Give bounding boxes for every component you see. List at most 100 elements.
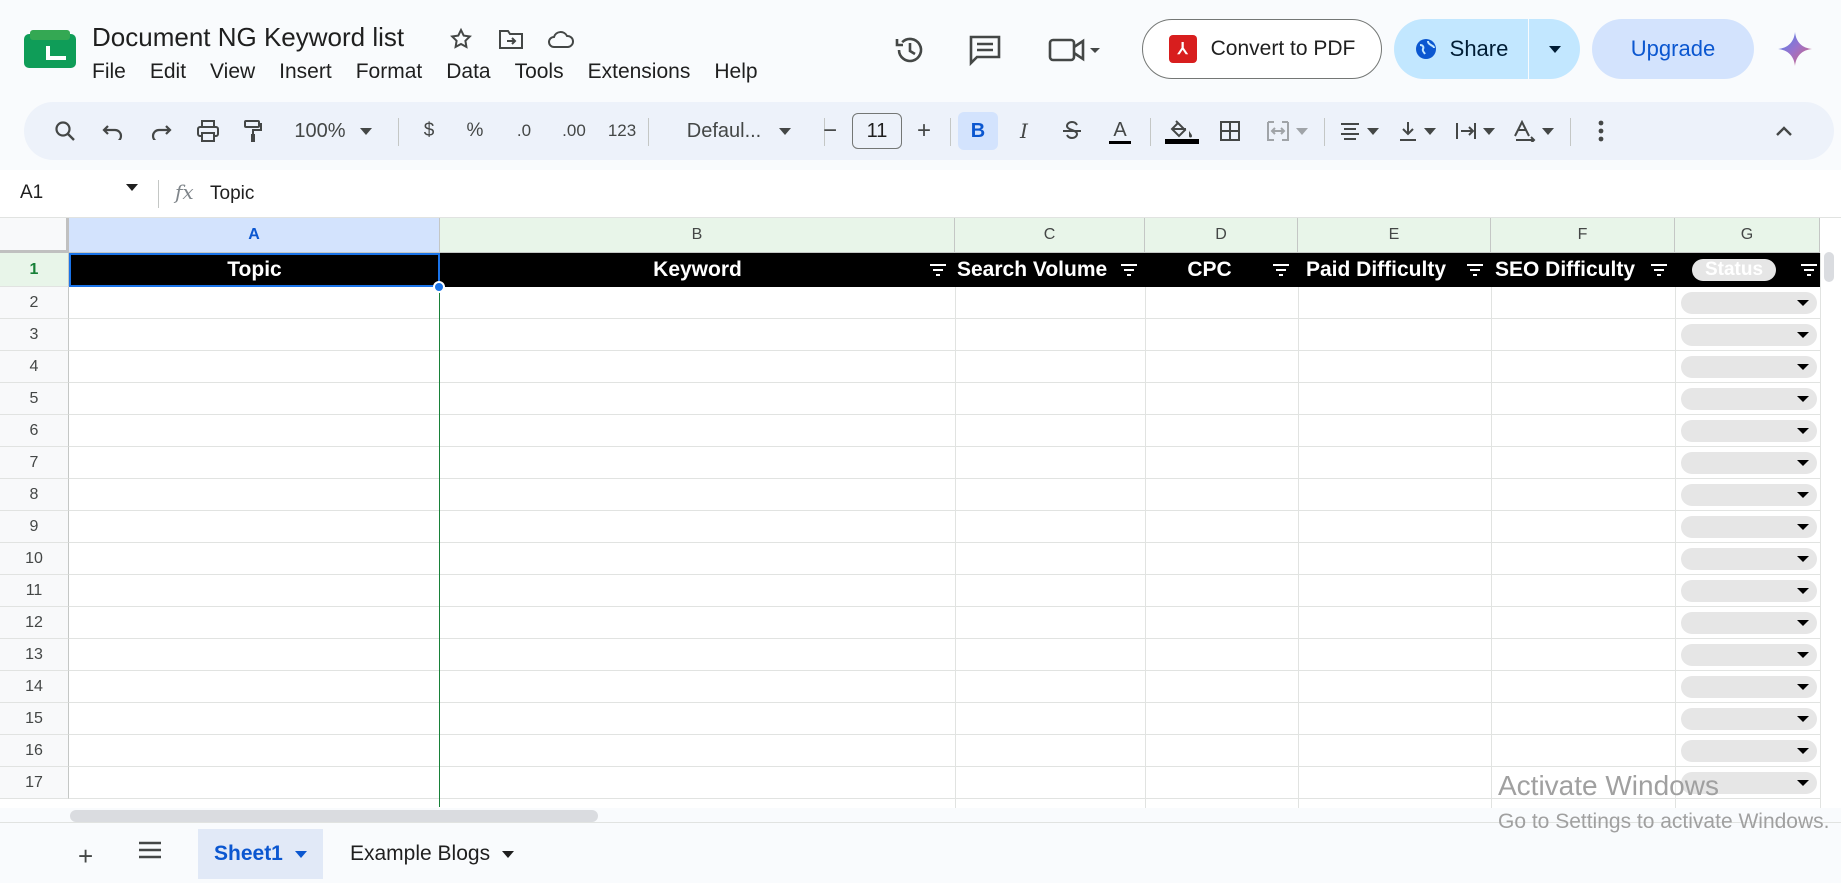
font-size-input[interactable]: 11: [852, 113, 902, 149]
redo-icon[interactable]: [146, 112, 176, 150]
fill-handle[interactable]: [433, 281, 445, 293]
increase-decimal-button[interactable]: .00: [554, 112, 594, 150]
name-box[interactable]: A1: [20, 182, 43, 204]
decrease-decimal-button[interactable]: .0: [506, 112, 542, 150]
spreadsheet-grid[interactable]: A B C D E F G 1 2 3 4 5 6 7 8 9 10 11 12…: [0, 218, 1841, 808]
vertical-align-icon[interactable]: [1392, 112, 1442, 150]
tab-example-blogs[interactable]: Example Blogs: [334, 829, 530, 879]
percent-format-button[interactable]: %: [460, 112, 490, 150]
menu-edit[interactable]: Edit: [139, 58, 197, 86]
row-header-4[interactable]: 4: [0, 351, 69, 383]
menu-file[interactable]: File: [81, 58, 137, 86]
table-row[interactable]: [69, 511, 1820, 543]
print-icon[interactable]: [192, 112, 224, 150]
horizontal-align-icon[interactable]: [1334, 112, 1384, 150]
menu-insert[interactable]: Insert: [268, 58, 343, 86]
version-history-icon[interactable]: [890, 30, 930, 70]
row-header-5[interactable]: 5: [0, 383, 69, 415]
row-header-16[interactable]: 16: [0, 735, 69, 767]
search-menus-icon[interactable]: [50, 112, 80, 150]
column-header-a[interactable]: A: [69, 218, 440, 253]
menu-format[interactable]: Format: [345, 58, 434, 86]
row-header-6[interactable]: 6: [0, 415, 69, 447]
star-icon[interactable]: [446, 24, 476, 54]
table-row[interactable]: [69, 287, 1820, 319]
column-header-d[interactable]: D: [1145, 218, 1298, 253]
table-row[interactable]: [69, 479, 1820, 511]
row-header-14[interactable]: 14: [0, 671, 69, 703]
status-dropdown-chip[interactable]: [1681, 676, 1817, 698]
column-header-b[interactable]: B: [440, 218, 955, 253]
status-dropdown-chip[interactable]: [1681, 644, 1817, 666]
table-row[interactable]: [69, 415, 1820, 447]
document-title[interactable]: Document NG Keyword list: [92, 22, 404, 53]
vertical-scrollbar[interactable]: [1824, 252, 1834, 282]
borders-icon[interactable]: [1212, 112, 1248, 150]
strikethrough-icon[interactable]: [1054, 112, 1090, 150]
tab-sheet1[interactable]: Sheet1: [198, 829, 323, 879]
horizontal-scrollbar[interactable]: [70, 810, 598, 822]
comments-icon[interactable]: [965, 30, 1005, 70]
meet-video-icon[interactable]: [1045, 30, 1105, 70]
select-all-corner[interactable]: [0, 218, 69, 253]
status-dropdown-chip[interactable]: [1681, 516, 1817, 538]
table-row[interactable]: [69, 447, 1820, 479]
filter-icon[interactable]: [1120, 263, 1138, 277]
merge-cells-icon[interactable]: [1260, 112, 1314, 150]
row-header-3[interactable]: 3: [0, 319, 69, 351]
fill-color-icon[interactable]: [1162, 112, 1202, 150]
row-header-8[interactable]: 8: [0, 479, 69, 511]
italic-button[interactable]: I: [1006, 112, 1042, 150]
filter-icon[interactable]: [1466, 263, 1484, 277]
table-row[interactable]: [69, 575, 1820, 607]
row-header-12[interactable]: 12: [0, 607, 69, 639]
column-header-e[interactable]: E: [1298, 218, 1491, 253]
filter-icon[interactable]: [1272, 263, 1290, 277]
selected-cell-a1[interactable]: [69, 253, 440, 287]
paint-format-icon[interactable]: [238, 112, 268, 150]
menu-view[interactable]: View: [199, 58, 266, 86]
status-dropdown-chip[interactable]: [1681, 388, 1817, 410]
status-dropdown-chip[interactable]: [1681, 548, 1817, 570]
status-dropdown-chip[interactable]: [1681, 452, 1817, 474]
filter-icon[interactable]: [929, 263, 947, 277]
row-header-1[interactable]: 1: [0, 253, 69, 287]
sheets-logo-icon[interactable]: [24, 30, 76, 70]
table-row[interactable]: [69, 671, 1820, 703]
table-row[interactable]: [69, 543, 1820, 575]
status-dropdown-chip[interactable]: [1681, 708, 1817, 730]
row-header-11[interactable]: 11: [0, 575, 69, 607]
filter-icon[interactable]: [1650, 263, 1668, 277]
header-cell-seo-difficulty[interactable]: SEO Difficulty: [1491, 253, 1675, 287]
column-header-g[interactable]: G: [1675, 218, 1820, 253]
status-dropdown-chip[interactable]: [1681, 484, 1817, 506]
status-dropdown-chip[interactable]: [1681, 420, 1817, 442]
menu-data[interactable]: Data: [435, 58, 501, 86]
header-cell-search-volume[interactable]: Search Volume: [955, 253, 1145, 287]
number-format-button[interactable]: 123: [602, 112, 642, 150]
convert-to-pdf-button[interactable]: ⅄ Convert to PDF: [1142, 19, 1382, 79]
status-header-chip[interactable]: Status: [1692, 259, 1776, 281]
text-color-button[interactable]: A: [1102, 112, 1138, 150]
table-row[interactable]: [69, 639, 1820, 671]
table-row[interactable]: [69, 383, 1820, 415]
table-row[interactable]: [69, 607, 1820, 639]
header-cell-keyword[interactable]: Keyword: [440, 253, 955, 287]
header-cell-paid-difficulty[interactable]: Paid Difficulty: [1298, 253, 1491, 287]
menu-tools[interactable]: Tools: [504, 58, 575, 86]
filter-icon[interactable]: [1800, 263, 1818, 277]
add-sheet-button[interactable]: +: [78, 841, 93, 872]
upgrade-button[interactable]: Upgrade: [1592, 19, 1754, 79]
row-header-15[interactable]: 15: [0, 703, 69, 735]
status-dropdown-chip[interactable]: [1681, 356, 1817, 378]
menu-help[interactable]: Help: [703, 58, 768, 86]
status-dropdown-chip[interactable]: [1681, 324, 1817, 346]
all-sheets-icon[interactable]: [138, 841, 162, 864]
font-size-increase-button[interactable]: +: [906, 112, 942, 150]
formula-input[interactable]: Topic: [210, 183, 254, 205]
table-row[interactable]: [69, 735, 1820, 767]
share-dropdown-button[interactable]: [1529, 45, 1580, 53]
table-row[interactable]: [69, 703, 1820, 735]
collapse-toolbar-icon[interactable]: [1766, 112, 1802, 150]
column-header-f[interactable]: F: [1491, 218, 1675, 253]
